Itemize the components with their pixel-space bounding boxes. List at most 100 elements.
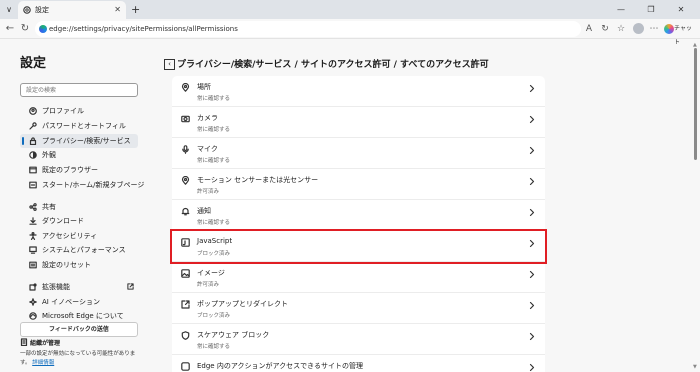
sidebar-item-label: 設定のリセット [42, 261, 91, 269]
sidebar-item-appearance[interactable]: 外観 [20, 148, 138, 162]
refresh-page-icon[interactable]: ↻ [598, 21, 612, 37]
sidebar-item-downloads[interactable]: ダウンロード [20, 214, 138, 228]
search-input[interactable] [20, 83, 138, 97]
chevron-right-icon [529, 363, 535, 372]
home-icon [29, 181, 37, 189]
scroll-down-arrow-icon[interactable]: ▼ [693, 364, 697, 370]
edge-icon [29, 312, 37, 320]
key-icon [29, 122, 37, 130]
learn-more-link[interactable]: 詳細情報 [32, 360, 54, 366]
permission-status: 常に確認する [197, 158, 231, 164]
sidebar-item-extensions[interactable]: 拡張機能 [20, 280, 138, 294]
feedback-button[interactable]: フィードバックの送信 [20, 322, 138, 337]
permission-title: JavaScript [197, 237, 233, 245]
more-options-icon[interactable]: ⋯ [647, 21, 661, 37]
permission-row-edge-actions[interactable]: Edge 内のアクションがアクセスできるサイトの管理 [172, 355, 545, 372]
sidebar-item-profile[interactable]: プロファイル [20, 104, 138, 118]
address-bar[interactable]: edge://settings/privacy/sitePermissions/… [35, 21, 581, 37]
address-row: ← ↻ edge://settings/privacy/sitePermissi… [0, 19, 700, 46]
edge-logo-icon [39, 25, 47, 33]
tab-actions-button[interactable]: ∨ [2, 3, 16, 16]
refresh-icon[interactable]: ↻ [18, 21, 32, 37]
sidebar-item-reset[interactable]: 設定のリセット [20, 258, 138, 272]
permission-title: マイク [197, 145, 218, 153]
permission-title: 場所 [197, 83, 211, 91]
minimize-button[interactable]: — [610, 0, 632, 19]
settings-sidebar: 設定 プロファイル パスワードとオートフィル プライバシー/検索/サービス 外観… [0, 40, 160, 372]
sidebar-item-start-home[interactable]: スタート/ホーム/新規タブページ [20, 178, 144, 192]
sidebar-item-label: プライバシー/検索/サービス [42, 137, 131, 145]
org-managed-text: 組織が管理 [30, 340, 61, 347]
breadcrumb: プライバシー/検索/サービス / サイトのアクセス許可 / すべてのアクセス許可 [177, 60, 489, 70]
permission-row-javascript[interactable]: JavaScript ブロック済み [170, 229, 547, 264]
permission-row-notifications[interactable]: 通知 常に確認する [172, 200, 545, 231]
permission-row-camera[interactable]: カメラ 常に確認する [172, 107, 545, 138]
chevron-right-icon [529, 84, 535, 93]
motion-sensor-icon [181, 176, 190, 185]
tab-bar: ∨ 設定 ✕ + — ❐ ✕ [0, 0, 700, 19]
permission-row-popups[interactable]: ポップアップとリダイレクト ブロック済み [172, 293, 545, 324]
close-window-button[interactable]: ✕ [670, 0, 692, 19]
copilot-icon [664, 24, 674, 34]
chevron-right-icon [529, 146, 535, 155]
permission-title: ポップアップとリダイレクト [197, 300, 288, 308]
back-arrow-icon[interactable]: ← [3, 21, 17, 37]
permission-status: ブロック済み [197, 313, 231, 319]
sidebar-item-passwords[interactable]: パスワードとオートフィル [20, 119, 138, 133]
favorites-icon[interactable]: ☆ [614, 21, 628, 37]
permission-title: スケアウェア ブロック [197, 331, 270, 339]
lock-icon [29, 137, 37, 145]
chevron-right-icon [529, 115, 535, 124]
permission-row-images[interactable]: イメージ 許可済み [172, 262, 545, 293]
share-icon [29, 203, 37, 211]
sidebar-item-system[interactable]: システムとパフォーマンス [20, 243, 138, 257]
accessibility-icon [29, 232, 37, 240]
permission-row-motion-sensors[interactable]: モーション センサーまたは光センサー 許可済み [172, 169, 545, 200]
permission-row-microphone[interactable]: マイク 常に確認する [172, 138, 545, 169]
sidebar-item-label: Microsoft Edge について [42, 312, 124, 320]
permission-title: Edge 内のアクションがアクセスできるサイトの管理 [197, 362, 364, 370]
tab-settings[interactable]: 設定 ✕ [18, 1, 126, 19]
sidebar-item-default-browser[interactable]: 既定のブラウザー [20, 163, 138, 177]
sidebar-item-label: 共有 [42, 203, 56, 211]
permission-status: 許可済み [197, 189, 220, 195]
permission-title: モーション センサーまたは光センサー [197, 176, 319, 184]
chevron-right-icon [529, 177, 535, 186]
sidebar-item-share[interactable]: 共有 [20, 200, 138, 214]
permission-title: 通知 [197, 207, 211, 215]
copilot-chat-button[interactable]: チャット [664, 22, 696, 46]
permission-status: 常に確認する [197, 127, 231, 133]
image-icon [181, 269, 190, 278]
org-description: 一部の設定が無効になっている可能性があります。 詳細情報 [20, 350, 145, 368]
sidebar-item-label: 外観 [42, 151, 56, 159]
chevron-right-icon [529, 332, 535, 341]
popup-icon [181, 300, 190, 309]
org-managed-label: 組織が管理 [20, 338, 60, 347]
back-button[interactable]: ‹ [164, 59, 175, 70]
sidebar-item-label: システムとパフォーマンス [42, 246, 126, 254]
microphone-icon [182, 145, 189, 154]
sidebar-item-accessibility[interactable]: アクセシビリティ [20, 229, 138, 243]
new-tab-button[interactable]: + [131, 1, 140, 18]
read-aloud-icon[interactable]: A [582, 21, 596, 37]
profile-icon [29, 107, 37, 115]
javascript-icon [181, 238, 190, 247]
chevron-right-icon [529, 301, 535, 310]
chat-label: チャット [674, 25, 692, 46]
page-title: 設定 [20, 56, 47, 71]
sidebar-item-about[interactable]: Microsoft Edge について [20, 309, 138, 323]
permission-row-location[interactable]: 場所 常に確認する [172, 76, 545, 107]
close-tab-icon[interactable]: ✕ [114, 1, 121, 19]
browser-icon [29, 166, 37, 174]
sidebar-item-ai-innovation[interactable]: AI イノベーション [20, 295, 138, 309]
sidebar-item-privacy[interactable]: プライバシー/検索/サービス [20, 134, 138, 148]
extensions-icon [29, 283, 37, 291]
avatar[interactable] [633, 23, 644, 34]
sidebar-item-label: ダウンロード [42, 217, 84, 225]
permission-row-scareware[interactable]: スケアウェア ブロック 常に確認する [172, 324, 545, 355]
scrollbar-thumb[interactable] [694, 48, 697, 160]
permission-title: カメラ [197, 114, 218, 122]
maximize-button[interactable]: ❐ [640, 0, 662, 19]
download-icon [29, 217, 37, 225]
permission-status: 常に確認する [197, 220, 231, 226]
